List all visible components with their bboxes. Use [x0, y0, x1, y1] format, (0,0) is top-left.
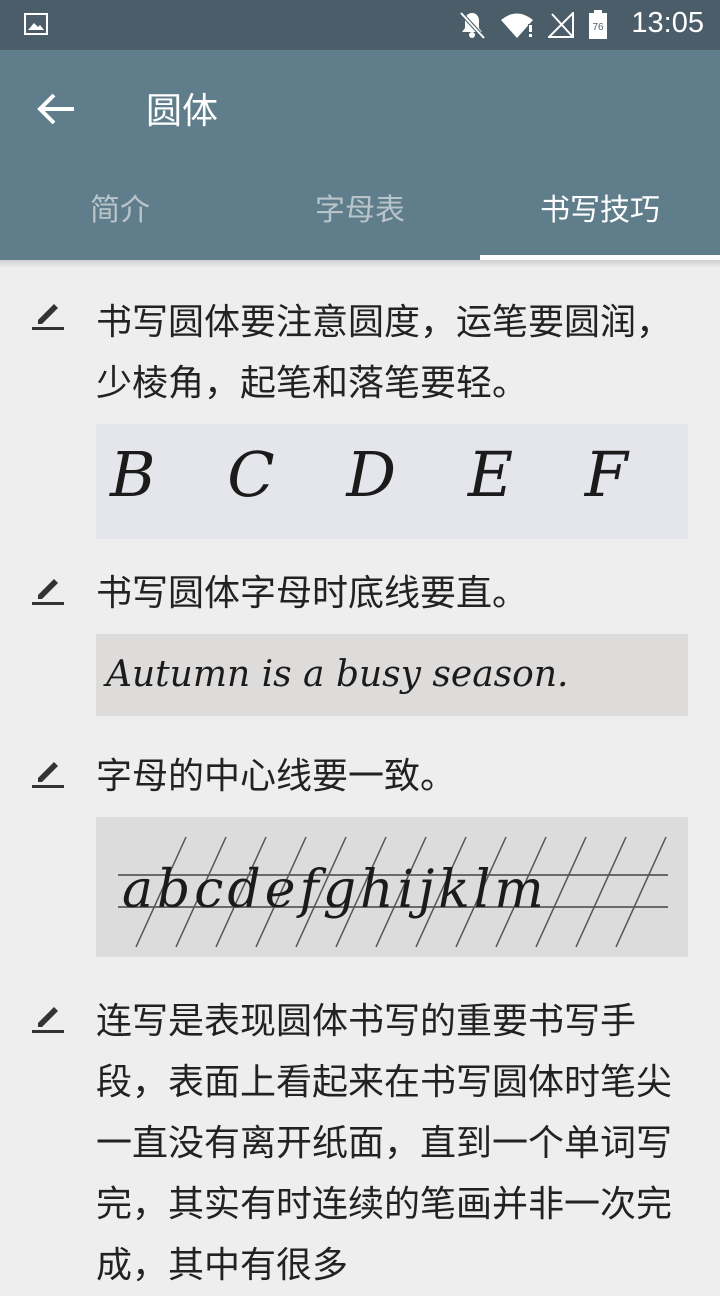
tip-text: 连写是表现圆体书写的重要书写手段，表面上看起来在书写圆体时笔尖一直没有离开纸面，… — [96, 1001, 673, 1286]
status-icons: 76 — [458, 10, 608, 40]
battery-level: 76 — [592, 22, 604, 33]
tip-text: 书写圆体要注意圆度，运笔要圆润，少棱角，起笔和落笔要轻。 — [96, 302, 673, 404]
pencil-icon — [32, 1007, 64, 1033]
status-bar: 76 13:05 — [0, 0, 720, 50]
tip-item: 连写是表现圆体书写的重要书写手段，表面上看起来在书写圆体时笔尖一直没有离开纸面，… — [0, 991, 720, 1296]
tab-bar: 简介 字母表 书写技巧 — [0, 162, 720, 260]
notifications-off-icon — [459, 11, 486, 40]
baseline-sample-image: Autumn is a busy season. — [96, 634, 688, 716]
pencil-icon — [32, 762, 64, 788]
status-time: 13:05 — [631, 7, 704, 39]
image-notification-icon — [24, 13, 48, 35]
tip-item: 字母的中心线要一致。 abcdefghijklm — [0, 746, 720, 957]
pencil-icon — [32, 579, 64, 605]
tip-text: 书写圆体字母时底线要直。 — [96, 573, 529, 614]
tab-writing-tips[interactable]: 书写技巧 — [480, 162, 720, 260]
cursive-sample-text: B C D E F G — [109, 438, 688, 511]
tip-item: 书写圆体字母时底线要直。 Autumn is a busy season. — [0, 563, 720, 716]
tab-alphabet[interactable]: 字母表 — [240, 162, 480, 260]
app-bar: 圆体 简介 字母表 书写技巧 — [0, 50, 720, 260]
tip-text: 字母的中心线要一致。 — [96, 756, 457, 797]
centerline-sample-image: abcdefghijklm — [96, 817, 688, 957]
battery-icon: 76 — [589, 10, 607, 39]
centerline-sample-text: abcdefghijklm — [122, 860, 548, 920]
baseline-sample-text: Autumn is a busy season. — [103, 654, 568, 695]
tab-intro[interactable]: 简介 — [0, 162, 240, 260]
back-arrow-icon[interactable] — [34, 87, 78, 131]
app-bar-shadow — [0, 260, 720, 268]
cursive-sample-image: B C D E F G — [96, 424, 688, 539]
pencil-icon — [32, 304, 64, 330]
page-title: 圆体 — [146, 91, 219, 132]
no-signal-icon — [548, 12, 574, 38]
tip-item: 书写圆体要注意圆度，运笔要圆润，少棱角，起笔和落笔要轻。 B C D E F G — [0, 292, 720, 539]
tips-list: 书写圆体要注意圆度，运笔要圆润，少棱角，起笔和落笔要轻。 B C D E F G… — [0, 268, 720, 1296]
wifi-icon — [501, 13, 533, 38]
